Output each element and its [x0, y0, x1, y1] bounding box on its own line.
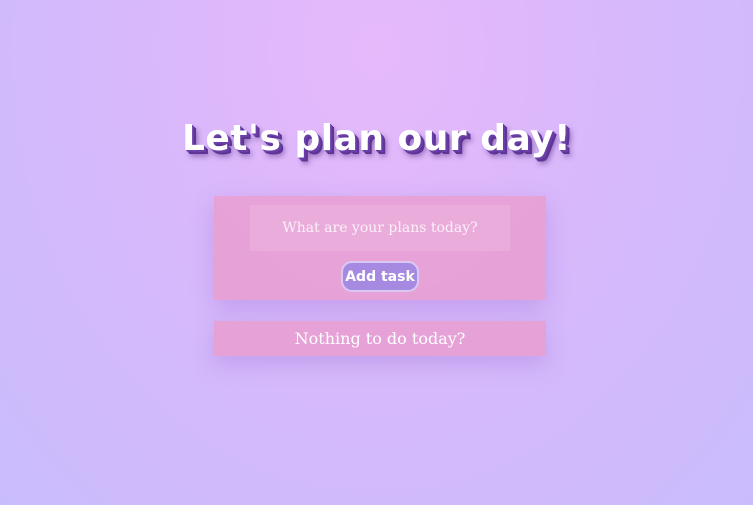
add-task-form: Add task: [214, 196, 546, 300]
page-title: Let's plan our day!: [181, 118, 572, 159]
empty-state-message: Nothing to do today?: [294, 329, 466, 348]
app-container: Let's plan our day! Add task Nothing to …: [0, 0, 753, 505]
task-input[interactable]: [250, 205, 510, 251]
task-list: Nothing to do today?: [214, 321, 546, 356]
add-task-button[interactable]: Add task: [341, 261, 419, 292]
